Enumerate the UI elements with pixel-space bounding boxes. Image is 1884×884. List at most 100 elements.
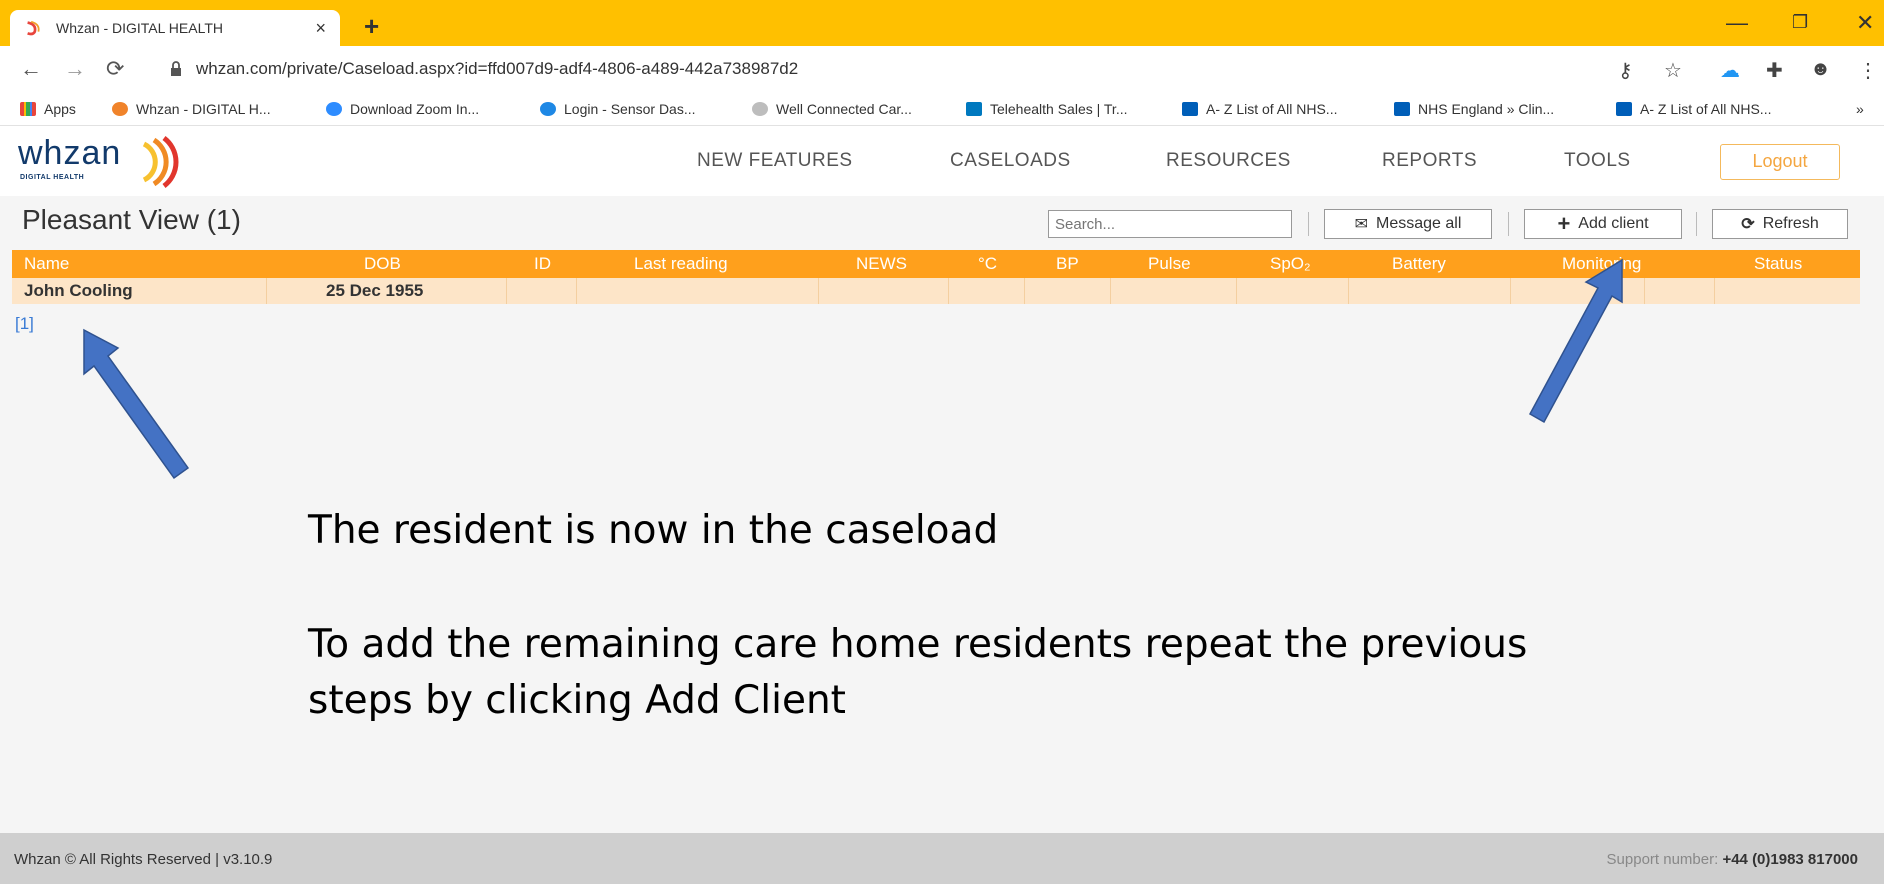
- column-battery[interactable]: Battery: [1392, 254, 1446, 274]
- screen: Whzan - DIGITAL HEALTH × + — ❐ ✕ ← → ⟳ w…: [0, 0, 1884, 884]
- support-label: Support number:: [1606, 851, 1719, 868]
- column-pulse[interactable]: Pulse: [1148, 254, 1191, 274]
- annotation-arrow-icon: [83, 328, 190, 480]
- bookmark-nhs-3[interactable]: A- Z List of All NHS...: [1616, 101, 1771, 117]
- column-dob[interactable]: DOB: [364, 254, 401, 274]
- bookmark-nhs-1[interactable]: A- Z List of All NHS...: [1182, 101, 1337, 117]
- toolbar-divider: [1508, 212, 1509, 236]
- nav-tools[interactable]: TOOLS: [1564, 150, 1631, 172]
- address-bar: ← → ⟳ whzan.com/private/Caseload.aspx?id…: [0, 46, 1884, 94]
- add-client-button[interactable]: + Add client: [1524, 209, 1682, 239]
- instruction-line-1: The resident is now in the caseload: [308, 508, 999, 553]
- support-number: +44 (0)1983 817000: [1722, 851, 1858, 868]
- nhs-icon: [1182, 102, 1198, 116]
- toolbar-divider: [1308, 212, 1309, 236]
- refresh-button[interactable]: ⟳ Refresh: [1712, 209, 1848, 239]
- nav-resources[interactable]: RESOURCES: [1166, 150, 1291, 172]
- nav-new-features[interactable]: NEW FEATURES: [697, 150, 853, 172]
- whzan-logo[interactable]: whzan DIGITAL HEALTH: [18, 134, 188, 190]
- column-status[interactable]: Status: [1754, 254, 1802, 274]
- nhs-icon: [1616, 102, 1632, 116]
- lock-icon: [171, 61, 181, 76]
- nav-reports[interactable]: REPORTS: [1382, 150, 1477, 172]
- bookmark-label: Telehealth Sales | Tr...: [990, 101, 1128, 117]
- close-window-icon[interactable]: ✕: [1856, 10, 1874, 36]
- column-temperature[interactable]: °C: [978, 254, 997, 274]
- reload-icon[interactable]: ⟳: [106, 56, 124, 82]
- bookmarks-bar: Apps Whzan - DIGITAL H... Download Zoom …: [0, 94, 1884, 126]
- instruction-line-3: steps by clicking Add Client: [308, 678, 846, 723]
- bookmark-label: Download Zoom In...: [350, 101, 480, 117]
- column-name[interactable]: Name: [24, 254, 69, 274]
- browser-tab-bar: Whzan - DIGITAL HEALTH × + — ❐ ✕: [0, 0, 1884, 46]
- search-input[interactable]: [1048, 210, 1292, 238]
- bookmark-apps[interactable]: Apps: [20, 101, 76, 117]
- logo-text: whzan: [18, 134, 122, 172]
- bookmark-label: Whzan - DIGITAL H...: [136, 101, 271, 117]
- envelope-icon: ✉: [1354, 216, 1369, 233]
- bookmarks-more-icon[interactable]: »: [1856, 101, 1864, 117]
- column-divider: [1348, 278, 1349, 304]
- logo-subtitle: DIGITAL HEALTH: [20, 174, 85, 181]
- bookmark-zoom[interactable]: Download Zoom In...: [326, 101, 479, 117]
- bookmark-label: A- Z List of All NHS...: [1206, 101, 1338, 117]
- add-client-label: Add client: [1578, 215, 1649, 232]
- restore-icon[interactable]: ❐: [1792, 12, 1808, 33]
- bookmark-sensor[interactable]: Login - Sensor Das...: [540, 101, 696, 117]
- new-tab-icon[interactable]: +: [364, 13, 379, 39]
- sensor-icon: [540, 102, 556, 116]
- column-divider: [818, 278, 819, 304]
- footer: Whzan © All Rights Reserved | v3.10.9 Su…: [0, 833, 1884, 884]
- column-spo2[interactable]: SpO₂: [1270, 254, 1311, 274]
- pagination-link[interactable]: [1]: [15, 314, 34, 334]
- column-divider: [1644, 278, 1645, 304]
- column-divider: [1510, 278, 1511, 304]
- copyright-text: Whzan © All Rights Reserved | v3.10.9: [14, 851, 273, 868]
- column-id[interactable]: ID: [534, 254, 551, 274]
- column-divider: [576, 278, 577, 304]
- column-last-reading[interactable]: Last reading: [634, 254, 728, 274]
- apps-grid-icon: [20, 102, 36, 116]
- support-info: Support number: +44 (0)1983 817000: [1607, 851, 1858, 868]
- column-divider: [948, 278, 949, 304]
- page-title: Pleasant View (1): [22, 204, 241, 235]
- column-divider: [1110, 278, 1111, 304]
- cell-name[interactable]: John Cooling: [24, 281, 133, 301]
- message-all-label: Message all: [1376, 215, 1462, 232]
- bookmark-whzan[interactable]: Whzan - DIGITAL H...: [112, 101, 271, 117]
- logout-button[interactable]: Logout: [1720, 144, 1840, 180]
- tab-title: Whzan - DIGITAL HEALTH: [56, 20, 223, 36]
- url-field[interactable]: whzan.com/private/Caseload.aspx?id=ffd00…: [196, 59, 798, 79]
- bookmark-telehealth[interactable]: Telehealth Sales | Tr...: [966, 101, 1128, 117]
- back-icon[interactable]: ←: [20, 56, 42, 82]
- nav-caseloads[interactable]: CASELOADS: [950, 150, 1071, 172]
- cloud-icon[interactable]: ☁: [1720, 58, 1740, 83]
- whzan-icon: [112, 102, 128, 116]
- column-divider: [1024, 278, 1025, 304]
- bookmark-label: Well Connected Car...: [776, 101, 912, 117]
- column-bp[interactable]: BP: [1056, 254, 1079, 274]
- profile-icon[interactable]: ☻: [1810, 58, 1831, 81]
- bookmark-label: Apps: [44, 101, 76, 117]
- star-icon[interactable]: ☆: [1664, 58, 1682, 83]
- tab-close-icon[interactable]: ×: [315, 18, 326, 39]
- bookmark-label: Login - Sensor Das...: [564, 101, 696, 117]
- column-news[interactable]: NEWS: [856, 254, 907, 274]
- forward-icon[interactable]: →: [64, 56, 86, 82]
- key-icon[interactable]: ⚷: [1618, 58, 1633, 83]
- browser-tab[interactable]: Whzan - DIGITAL HEALTH ×: [10, 10, 340, 46]
- bookmark-well-connected[interactable]: Well Connected Car...: [752, 101, 912, 117]
- minimize-icon[interactable]: —: [1726, 10, 1748, 36]
- cell-dob: 25 Dec 1955: [326, 281, 424, 300]
- whzan-favicon-icon: [27, 20, 40, 36]
- extensions-icon[interactable]: ✚: [1766, 58, 1783, 83]
- zoom-icon: [326, 102, 342, 116]
- nhs-icon: [1394, 102, 1410, 116]
- annotation-arrow-icon: [1528, 258, 1623, 424]
- bookmark-label: NHS England » Clin...: [1418, 101, 1555, 117]
- refresh-label: Refresh: [1762, 215, 1819, 232]
- menu-icon[interactable]: ⋮: [1858, 58, 1878, 83]
- trello-icon: [966, 102, 982, 116]
- bookmark-nhs-2[interactable]: NHS England » Clin...: [1394, 101, 1554, 117]
- message-all-button[interactable]: ✉ Message all: [1324, 209, 1492, 239]
